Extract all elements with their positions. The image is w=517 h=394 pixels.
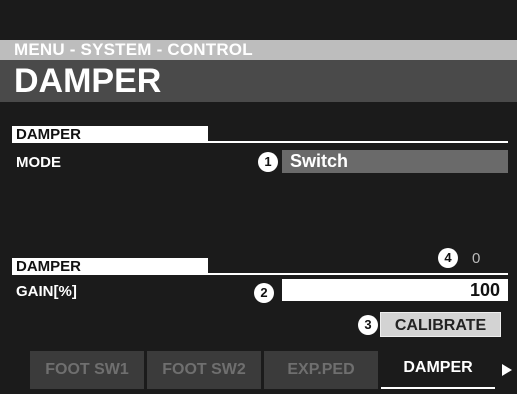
mode-label: MODE: [16, 154, 61, 171]
gain-label: GAIN[%]: [16, 283, 77, 300]
badge-3: 3: [358, 315, 378, 335]
damper-level-readout: 0: [472, 250, 481, 267]
tab-foot-sw2[interactable]: FOOT SW2: [147, 351, 261, 389]
page-title: DAMPER: [0, 60, 517, 102]
section-divider: [208, 141, 508, 143]
next-tab-button[interactable]: [498, 351, 517, 389]
badge-2: 2: [254, 283, 274, 303]
tab-foot-sw1[interactable]: FOOT SW1: [30, 351, 144, 389]
badge-1: 1: [258, 152, 278, 172]
tab-damper[interactable]: DAMPER: [381, 351, 495, 389]
triangle-right-icon: [502, 364, 512, 376]
badge-4: 4: [438, 248, 458, 268]
breadcrumb: MENU - SYSTEM - CONTROL: [0, 40, 517, 60]
section-damper-gain-header: DAMPER: [12, 258, 208, 275]
section-divider: [208, 273, 508, 275]
section-damper-mode-header: DAMPER: [12, 126, 208, 143]
gain-value-field[interactable]: 100: [282, 279, 508, 301]
mode-value-field[interactable]: Switch: [282, 150, 508, 173]
calibrate-button[interactable]: CALIBRATE: [380, 312, 501, 337]
tab-exp-ped[interactable]: EXP.PED: [264, 351, 378, 389]
